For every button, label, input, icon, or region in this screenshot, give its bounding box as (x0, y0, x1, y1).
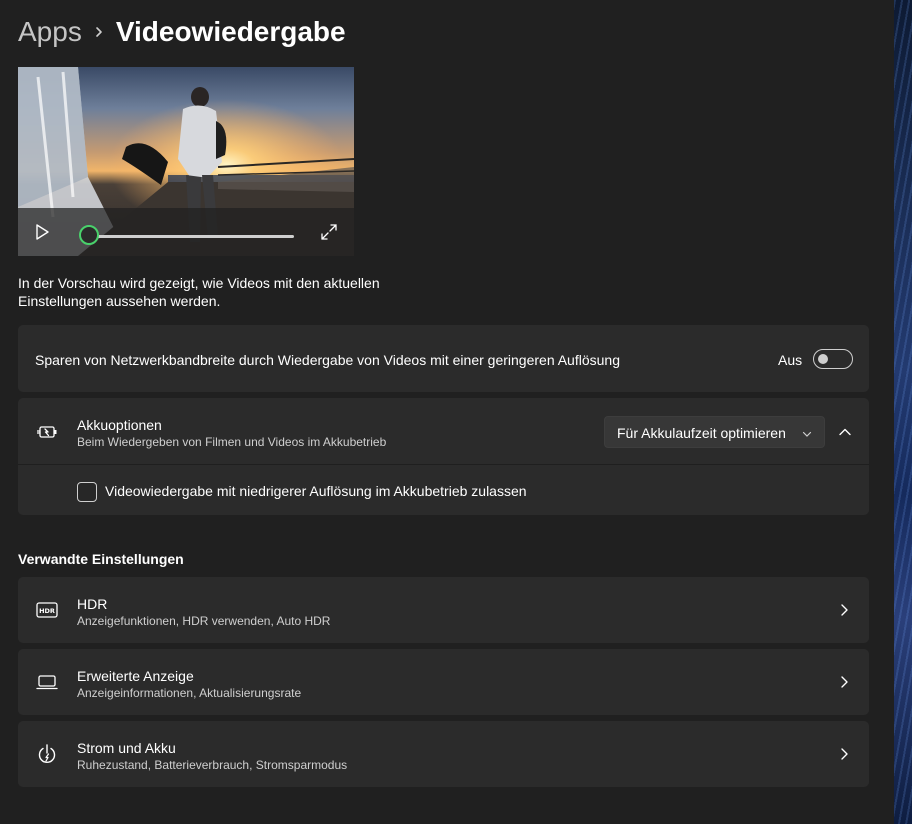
related-item-title: Erweiterte Anzeige (77, 668, 194, 684)
seek-thumb[interactable] (79, 225, 99, 245)
power-icon (35, 742, 59, 766)
bandwidth-setting-card: Sparen von Netzwerkbandbreite durch Wied… (18, 325, 869, 392)
related-item-subtitle: Anzeigefunktionen, HDR verwenden, Auto H… (77, 614, 331, 628)
chevron-right-icon (82, 14, 116, 50)
related-item-subtitle: Anzeigeinformationen, Aktualisierungsrat… (77, 686, 302, 700)
bandwidth-setting-label: Sparen von Netzwerkbandbreite durch Wied… (35, 352, 620, 368)
battery-options-card: Akkuoptionen Beim Wiedergeben von Filmen… (18, 398, 869, 515)
related-item-title: Strom und Akku (77, 740, 176, 756)
chevron-right-icon (836, 674, 852, 690)
chevron-up-icon[interactable] (835, 422, 855, 442)
toggle-state-label: Aus (778, 352, 803, 368)
related-settings-heading: Verwandte Einstellungen (18, 551, 184, 567)
related-item-title: HDR (77, 596, 108, 612)
breadcrumb-apps-link[interactable]: Apps (18, 16, 82, 48)
page-title: Videowiedergabe (115, 16, 346, 47)
battery-options-title: Akkuoptionen (77, 417, 162, 433)
settings-page: Apps Videowiedergabe In der Vorschau wir… (0, 0, 894, 824)
related-item-power-battery[interactable]: Strom und Akku Ruhezustand, Batterieverb… (18, 721, 869, 787)
related-item-hdr[interactable]: HDR HDR Anzeigefunktionen, HDR verwenden… (18, 577, 869, 643)
battery-mode-dropdown[interactable]: Für Akkulaufzeit optimieren (604, 416, 825, 448)
fullscreen-icon[interactable] (320, 223, 338, 241)
chevron-right-icon (836, 746, 852, 762)
seek-bar[interactable] (90, 235, 294, 238)
breadcrumb: Apps Videowiedergabe (18, 14, 346, 50)
related-item-advanced-display[interactable]: Erweiterte Anzeige Anzeigeinformationen,… (18, 649, 869, 715)
video-controls (18, 208, 354, 256)
play-icon[interactable] (32, 222, 52, 242)
laptop-icon (35, 670, 59, 694)
low-res-battery-checkbox-label[interactable]: Videowiedergabe mit niedrigerer Auflösun… (105, 483, 527, 499)
desktop-wallpaper-edge (894, 0, 912, 824)
hdr-icon: HDR (35, 598, 59, 622)
bandwidth-toggle[interactable] (813, 349, 853, 369)
preview-description: In der Vorschau wird gezeigt, wie Videos… (18, 275, 380, 309)
dropdown-selected-value: Für Akkulaufzeit optimieren (617, 425, 786, 441)
toggle-knob (818, 354, 828, 364)
svg-text:HDR: HDR (39, 607, 55, 615)
battery-charging-icon (35, 420, 59, 444)
chevron-right-icon (836, 602, 852, 618)
low-res-battery-checkbox[interactable] (77, 482, 97, 502)
card-divider (18, 464, 869, 465)
chevron-down-icon (801, 427, 813, 439)
video-preview[interactable] (18, 67, 354, 256)
related-item-subtitle: Ruhezustand, Batterieverbrauch, Stromspa… (77, 758, 348, 772)
battery-options-subtitle: Beim Wiedergeben von Filmen und Videos i… (77, 435, 387, 449)
